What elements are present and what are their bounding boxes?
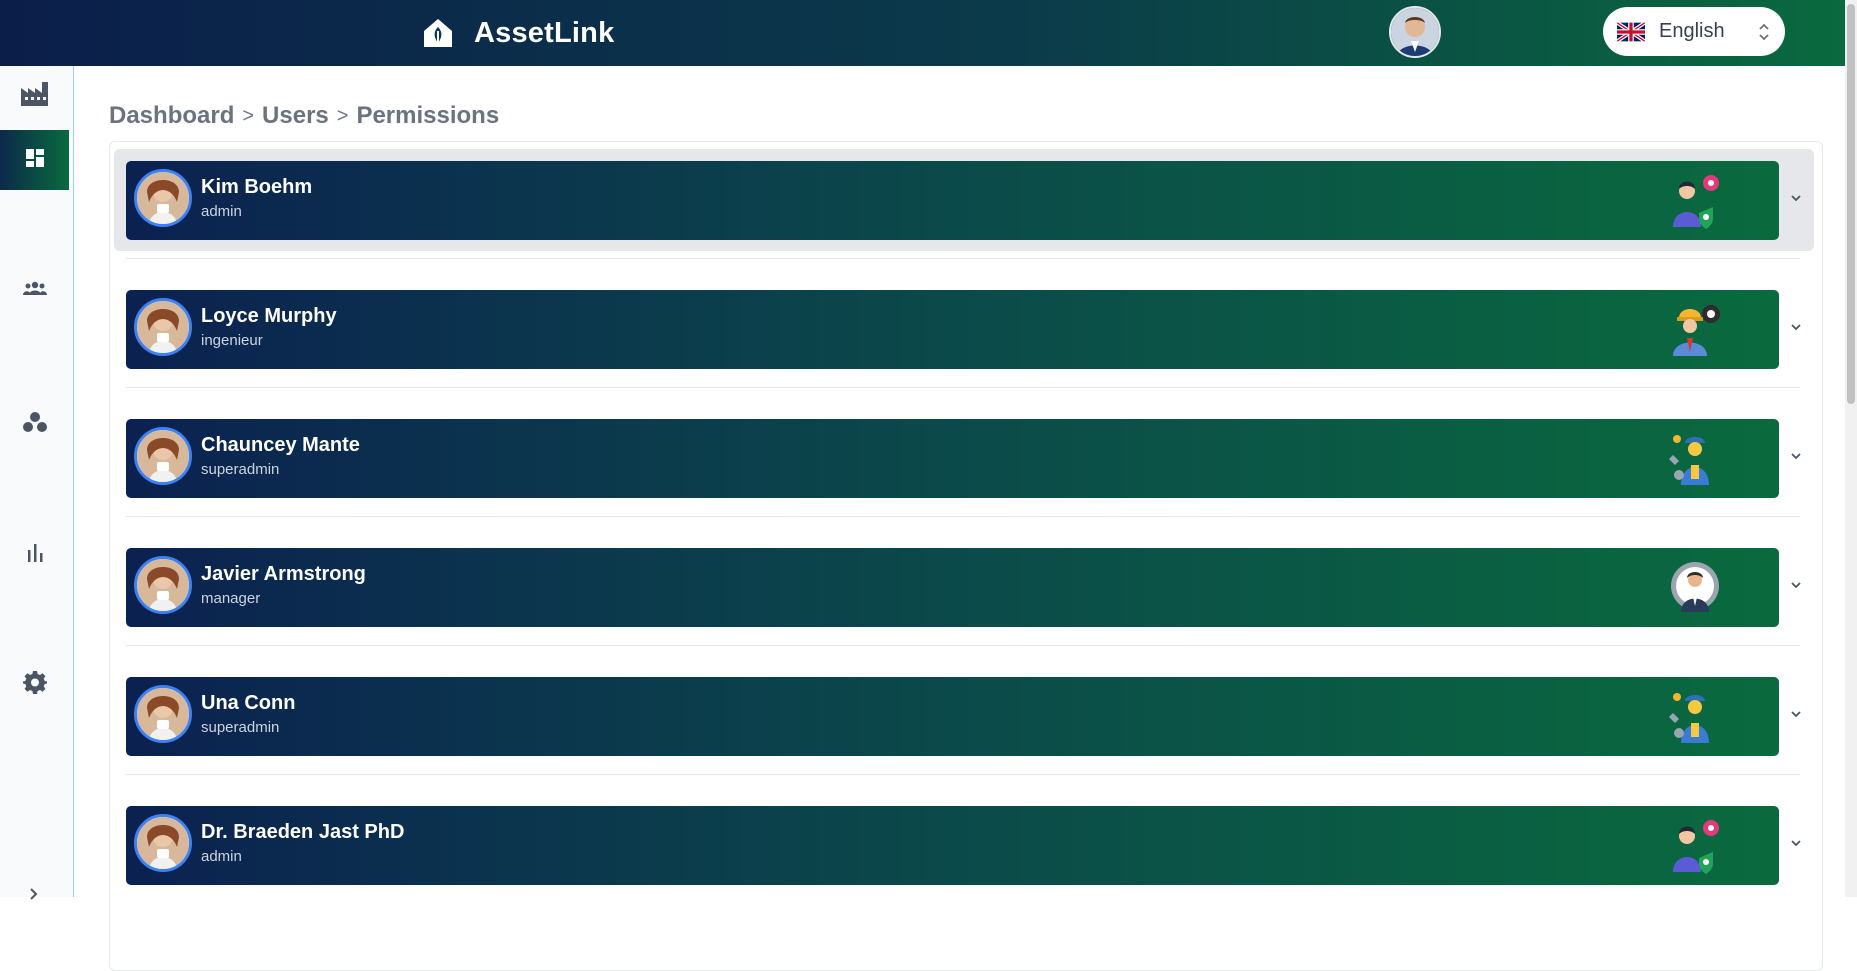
breadcrumb-separator: >	[337, 105, 349, 128]
sidebar-item-settings[interactable]	[0, 654, 69, 714]
chevron-down-icon[interactable]	[1789, 578, 1803, 592]
user-name: Una Conn	[201, 692, 295, 715]
factory-icon	[19, 80, 51, 113]
sidebar	[0, 66, 74, 897]
avatar	[134, 814, 192, 872]
user-name: Chauncey Mante	[201, 434, 360, 457]
dashboard-icon	[26, 149, 44, 172]
bar-chart-icon	[26, 542, 44, 567]
user-name: Kim Boehm	[201, 176, 312, 199]
home-leaf-icon	[418, 13, 458, 53]
groups-icon	[23, 411, 47, 438]
row-divider	[126, 516, 1800, 517]
user-row-bar[interactable]: Una Conn superadmin	[126, 677, 1779, 756]
user-name: Dr. Braeden Jast PhD	[201, 821, 404, 844]
page-scrollbar[interactable]	[1845, 0, 1857, 897]
user-row-bar[interactable]: Chauncey Mante superadmin	[126, 419, 1779, 498]
user-row-bar[interactable]: Loyce Murphy ingenieur	[126, 290, 1779, 369]
breadcrumb-separator: >	[242, 105, 254, 128]
avatar	[134, 556, 192, 614]
user-name: Loyce Murphy	[201, 305, 337, 328]
user-row-bar[interactable]: Javier Armstrong manager	[126, 548, 1779, 627]
user-permissions-list: Kim Boehm admin Loyce Murphy ingenieur	[109, 141, 1823, 971]
chevron-down-icon[interactable]	[1789, 836, 1803, 850]
users-icon	[23, 280, 47, 301]
app-name: AssetLink	[474, 17, 614, 50]
admin-role-icon	[1667, 818, 1723, 874]
user-role: manager	[201, 590, 260, 607]
user-row[interactable]: Javier Armstrong manager	[110, 529, 1823, 657]
chevron-down-icon[interactable]	[1789, 191, 1803, 205]
admin-role-icon	[1667, 173, 1723, 229]
chevron-updown-icon	[1757, 20, 1771, 44]
user-role: admin	[201, 848, 242, 865]
user-row[interactable]: Chauncey Mante superadmin	[110, 400, 1823, 528]
user-row-bar[interactable]: Kim Boehm admin	[126, 161, 1779, 240]
superadmin-role-icon	[1667, 431, 1723, 487]
user-row[interactable]: Una Conn superadmin	[110, 658, 1823, 786]
user-row[interactable]: Kim Boehm admin	[110, 142, 1823, 270]
avatar	[134, 427, 192, 485]
row-divider	[126, 774, 1800, 775]
superadmin-role-icon	[1667, 689, 1723, 745]
chevron-down-icon[interactable]	[1789, 707, 1803, 721]
row-divider	[126, 387, 1800, 388]
breadcrumb-item-users[interactable]: Users	[262, 102, 329, 130]
scrollbar-thumb[interactable]	[1847, 4, 1855, 404]
main-content: Dashboard > Users > Permissions Kim Boeh…	[75, 66, 1857, 897]
avatar	[134, 298, 192, 356]
user-role: ingenieur	[201, 332, 263, 349]
brand[interactable]: AssetLink	[418, 10, 614, 56]
chevron-down-icon[interactable]	[1789, 449, 1803, 463]
breadcrumb: Dashboard > Users > Permissions	[109, 102, 499, 130]
language-label: English	[1659, 20, 1743, 43]
user-row[interactable]: Loyce Murphy ingenieur	[110, 271, 1823, 399]
sidebar-item-groups[interactable]	[0, 394, 69, 454]
chevron-right-icon[interactable]	[26, 886, 42, 902]
manager-role-icon	[1667, 560, 1723, 616]
sidebar-item-reports[interactable]	[0, 524, 69, 584]
sidebar-item-dashboard[interactable]	[0, 130, 69, 190]
engineer-role-icon	[1667, 302, 1723, 358]
language-selector[interactable]: English	[1603, 7, 1785, 56]
sidebar-item-factory[interactable]	[0, 66, 69, 126]
gear-icon	[23, 670, 47, 699]
user-avatar[interactable]	[1389, 6, 1441, 58]
avatar	[134, 169, 192, 227]
row-divider	[126, 258, 1800, 259]
sidebar-item-users[interactable]	[0, 260, 69, 320]
avatar	[134, 685, 192, 743]
breadcrumb-item-dashboard[interactable]: Dashboard	[109, 102, 234, 130]
user-row[interactable]: Dr. Braeden Jast PhD admin	[110, 787, 1823, 915]
user-role: superadmin	[201, 719, 279, 736]
row-divider	[126, 645, 1800, 646]
user-name: Javier Armstrong	[201, 563, 366, 586]
breadcrumb-item-permissions: Permissions	[356, 102, 499, 130]
top-bar: AssetLink English	[0, 0, 1857, 66]
user-row-bar[interactable]: Dr. Braeden Jast PhD admin	[126, 806, 1779, 885]
user-role: admin	[201, 203, 242, 220]
chevron-down-icon[interactable]	[1789, 320, 1803, 334]
uk-flag-icon	[1617, 22, 1645, 42]
user-role: superadmin	[201, 461, 279, 478]
